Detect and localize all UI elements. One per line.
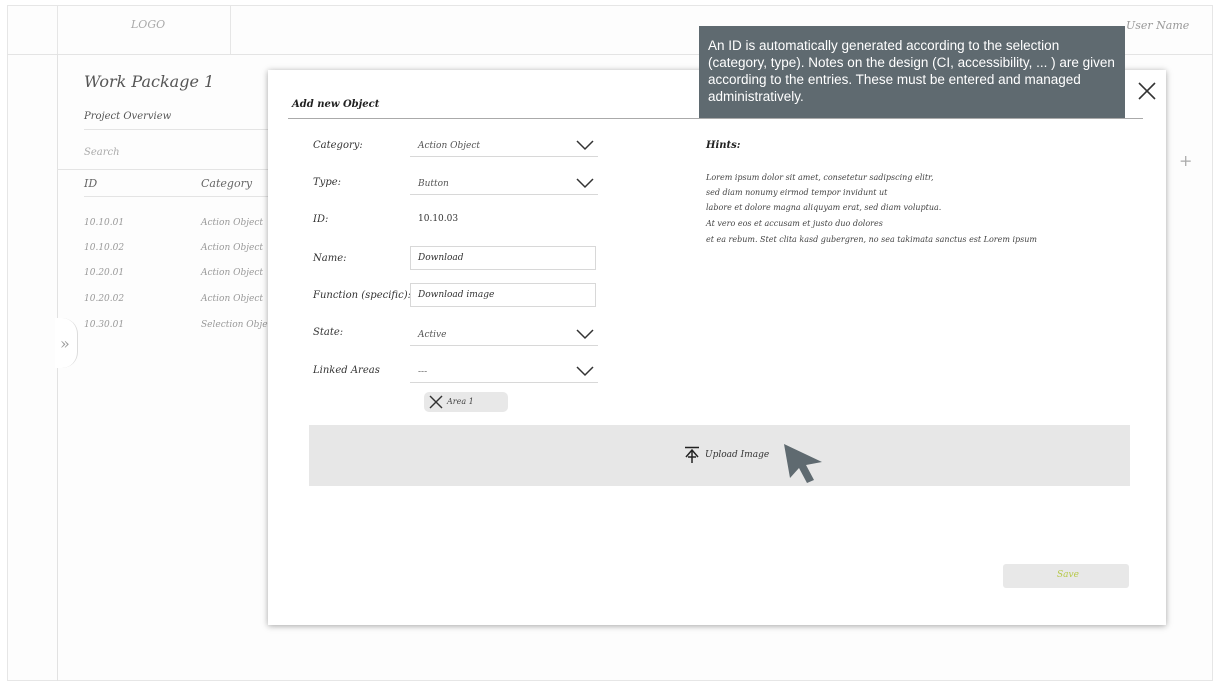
table-cell-category[interactable]: Action Object <box>201 268 263 278</box>
linked-areas-label: Linked Areas <box>313 365 380 376</box>
mouse-pointer-icon <box>784 444 822 483</box>
chevron-down-icon[interactable] <box>575 364 595 378</box>
table-cell-id[interactable]: 10.10.02 <box>84 243 124 253</box>
linked-areas-select[interactable] <box>410 358 598 383</box>
divider <box>84 129 268 130</box>
table-cell-id[interactable]: 10.20.01 <box>84 268 124 278</box>
project-overview-tab[interactable]: Project Overview <box>84 111 171 122</box>
chip-label: Area 1 <box>447 397 474 406</box>
divider <box>57 169 268 170</box>
hint-line: labore et dolore magna aliquyam erat, se… <box>706 203 942 212</box>
category-label: Category: <box>313 140 363 151</box>
close-icon[interactable] <box>428 394 444 410</box>
name-value: Download <box>418 253 464 263</box>
chevron-down-icon[interactable] <box>575 176 595 190</box>
name-label: Name: <box>313 253 347 264</box>
double-chevron-right-icon[interactable]: » <box>60 334 70 353</box>
state-label: State: <box>313 327 344 338</box>
upload-icon <box>685 446 699 463</box>
table-cell-category[interactable]: Action Object <box>201 218 263 228</box>
work-package-title: Work Package 1 <box>84 72 215 91</box>
tooltip-text: An ID is automatically generated accordi… <box>708 38 1115 104</box>
user-name[interactable]: User Name <box>1126 19 1189 32</box>
close-icon[interactable] <box>1134 78 1160 104</box>
table-cell-category[interactable]: Selection Object <box>201 320 276 330</box>
function-label: Function (specific): <box>313 290 411 301</box>
table-cell-id[interactable]: 10.30.01 <box>84 320 124 330</box>
hint-line: et ea rebum. Stet clita kasd gubergren, … <box>706 235 1038 244</box>
table-cell-category[interactable]: Action Object <box>201 243 263 253</box>
table-cell-id[interactable]: 10.20.02 <box>84 294 124 304</box>
id-label: ID: <box>313 214 329 225</box>
id-value: 10.10.03 <box>418 214 459 224</box>
type-label: Type: <box>313 177 342 188</box>
hint-line: At vero eos et accusam et justo duo dolo… <box>706 219 883 228</box>
table-cell-id[interactable]: 10.10.01 <box>84 218 124 228</box>
category-value: Action Object <box>418 141 481 151</box>
save-label: Save <box>1057 570 1079 580</box>
search-input[interactable]: Search <box>84 147 120 158</box>
add-object-modal <box>268 70 1166 625</box>
hint-line: sed diam nonumy eirmod tempor invidunt u… <box>706 188 888 197</box>
state-value: Active <box>418 330 447 340</box>
column-header-category[interactable]: Category <box>201 177 252 190</box>
linked-areas-value: --- <box>418 367 428 377</box>
column-header-id[interactable]: ID <box>84 177 97 190</box>
chevron-down-icon[interactable] <box>575 138 595 152</box>
divider <box>84 196 268 197</box>
add-icon[interactable]: + <box>1179 151 1192 170</box>
logo[interactable]: LOGO <box>131 18 165 31</box>
type-value: Button <box>418 179 449 189</box>
hints-title: Hints: <box>706 140 741 151</box>
title-divider <box>288 118 1143 119</box>
upload-label[interactable]: Upload Image <box>705 450 769 460</box>
function-value: Download image <box>418 290 495 300</box>
chevron-down-icon[interactable] <box>575 327 595 341</box>
table-cell-category[interactable]: Action Object <box>201 294 263 304</box>
hint-line: Lorem ipsum dolor sit amet, consetetur s… <box>706 173 934 182</box>
modal-title: Add new Object <box>292 99 380 110</box>
